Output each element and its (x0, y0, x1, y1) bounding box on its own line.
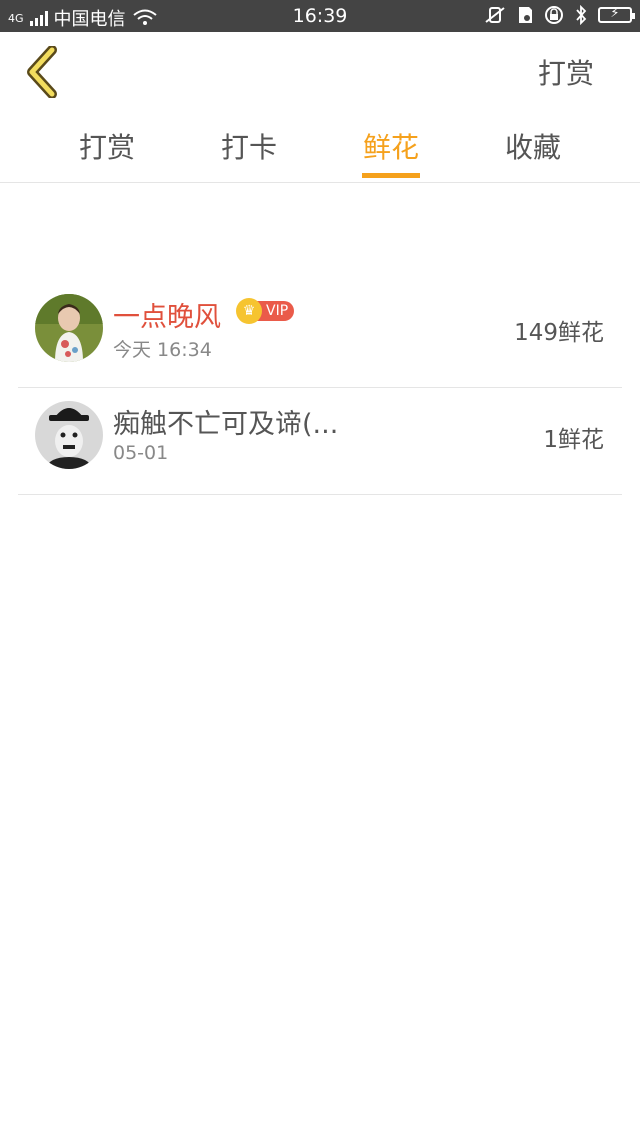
chevron-left-icon[interactable] (22, 46, 62, 98)
tab-favorites[interactable]: 收藏 (505, 126, 561, 166)
vip-badge: ♛ VIP (236, 298, 295, 324)
list-item[interactable]: 一点晚风 ♛ VIP 今天 16:34 149鲜花 (18, 281, 622, 388)
tab-bar: 打赏 打卡 鲜花 收藏 (0, 112, 640, 183)
crown-icon: ♛ (236, 298, 262, 324)
rotation-lock-icon (545, 6, 563, 24)
user-name: 一点晚风 (113, 302, 221, 333)
battery-icon: ⚡ (598, 6, 635, 23)
flower-count: 149鲜花 (514, 320, 604, 346)
tab-active-indicator (362, 173, 420, 178)
top-bar: 打赏 (0, 32, 640, 112)
sd-card-icon (519, 7, 532, 23)
tab-flowers[interactable]: 鲜花 (363, 126, 419, 166)
reward-button[interactable]: 打赏 (538, 52, 594, 92)
list-item[interactable]: 痴触不亡可及谛(... 05-01 1鲜花 (18, 388, 622, 495)
avatar[interactable] (35, 401, 103, 469)
avatar[interactable] (35, 294, 103, 362)
status-right: ⚡ (484, 5, 635, 25)
flower-count: 1鲜花 (543, 427, 604, 453)
tab-checkin[interactable]: 打卡 (221, 126, 277, 166)
tab-reward[interactable]: 打赏 (79, 126, 135, 166)
vibrate-off-icon (485, 7, 505, 23)
item-time: 今天 16:34 (113, 339, 212, 361)
status-bar: 4G 中国电信 16:39 ⚡ (0, 0, 640, 32)
item-time: 05-01 (113, 442, 169, 464)
user-name: 痴触不亡可及谛(... (113, 409, 339, 440)
bluetooth-icon (576, 5, 587, 25)
